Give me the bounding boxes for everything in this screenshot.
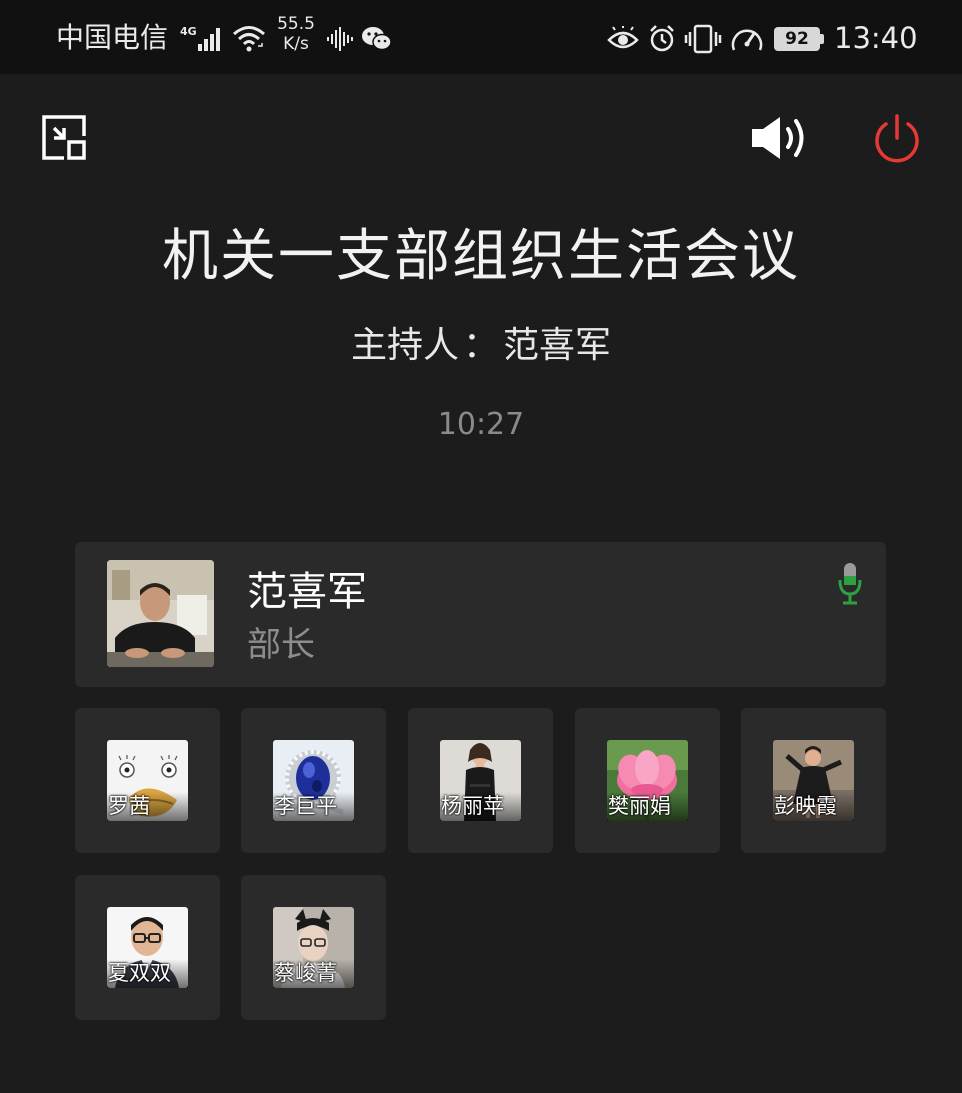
- minimize-button[interactable]: [40, 114, 88, 162]
- network-type-label: 4G: [180, 25, 197, 38]
- wechat-icon: [362, 26, 392, 56]
- participant-name: 彭映霞: [773, 792, 854, 821]
- participant-name: 罗茜: [107, 792, 188, 821]
- host-separator: ：: [462, 325, 499, 366]
- participant-tile[interactable]: 杨丽苹: [408, 708, 553, 853]
- participant-tile[interactable]: 罗茜: [75, 708, 220, 853]
- alarm-icon: [648, 24, 676, 58]
- wifi-icon: [232, 24, 268, 56]
- end-meeting-button[interactable]: [871, 114, 923, 164]
- participant-name: 蔡峻菁: [273, 959, 354, 988]
- host-label: 主持人: [350, 325, 459, 366]
- participant-name: 樊丽娟: [607, 792, 688, 821]
- battery-icon: 92: [774, 27, 824, 51]
- host-card-name: 范喜军: [247, 569, 367, 615]
- avatar: [107, 560, 214, 667]
- participant-tile[interactable]: 彭映霞: [741, 708, 886, 853]
- host-name-text: 范喜军: [503, 325, 612, 366]
- minimize-window-icon: [42, 115, 86, 160]
- signal-icon: 4G: [180, 24, 226, 56]
- speaker-icon: [752, 117, 804, 159]
- meeting-title: 机关一支部组织生活会议: [162, 224, 800, 289]
- battery-level: 92: [785, 29, 809, 49]
- power-icon: [875, 114, 919, 163]
- participant-tile[interactable]: 蔡峻菁: [241, 875, 386, 1020]
- speaker-button[interactable]: [750, 114, 810, 162]
- meeting-host: 主持人：范喜军: [0, 322, 962, 370]
- participant-tile[interactable]: 李巨平: [241, 708, 386, 853]
- eye-icon: [607, 26, 639, 56]
- participant-tile[interactable]: 樊丽娟: [575, 708, 720, 853]
- clock: 13:40: [834, 21, 918, 55]
- participant-name: 杨丽苹: [440, 792, 521, 821]
- carrier-name: 中国电信: [56, 21, 169, 54]
- speedometer-icon: [729, 24, 765, 58]
- audio-wave-icon: [326, 27, 354, 55]
- vibrate-icon: [684, 24, 722, 58]
- participant-name: 李巨平: [273, 792, 354, 821]
- host-card[interactable]: 范喜军 部长: [75, 542, 886, 687]
- microphone-icon: [837, 562, 863, 606]
- host-card-role: 部长: [247, 625, 315, 665]
- participant-name: 夏双双: [107, 959, 188, 988]
- net-speed: 55.5 K/s: [277, 14, 315, 54]
- status-bar: 中国电信 4G 55.5 K/s 92 13:40: [0, 0, 962, 74]
- participant-tile[interactable]: 夏双双: [75, 875, 220, 1020]
- meeting-elapsed-time: 10:27: [437, 407, 525, 442]
